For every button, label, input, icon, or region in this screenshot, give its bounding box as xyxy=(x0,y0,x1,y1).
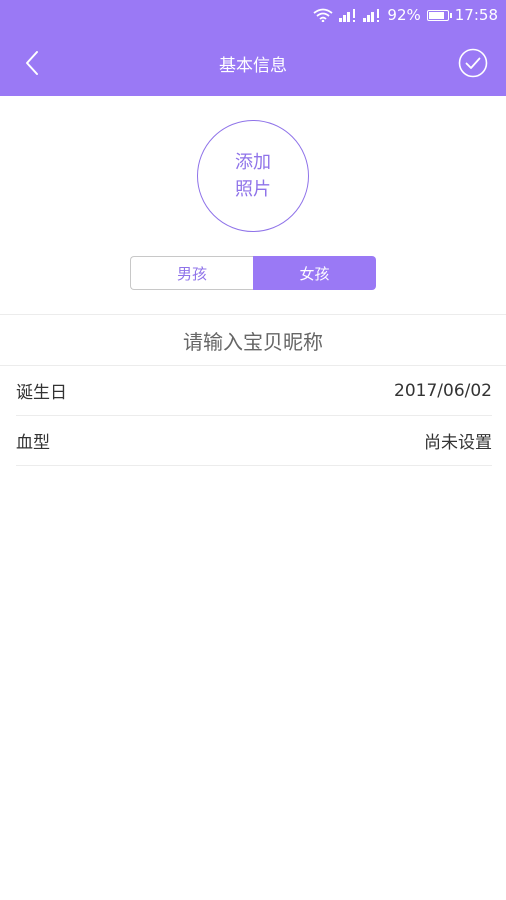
birthday-row[interactable]: 诞生日 2017/06/02 xyxy=(16,366,492,416)
birthday-label: 诞生日 xyxy=(16,383,67,403)
blood-type-value: 尚未设置 xyxy=(424,433,492,453)
confirm-button[interactable] xyxy=(458,48,488,78)
check-circle-icon xyxy=(458,48,488,78)
back-button[interactable] xyxy=(20,48,48,78)
status-bar: 92% 17:58 xyxy=(0,0,506,30)
blood-type-row[interactable]: 血型 尚未设置 xyxy=(16,416,492,466)
add-photo-button[interactable]: 添加 照片 xyxy=(197,120,309,232)
nickname-input[interactable]: 请输入宝贝昵称 xyxy=(0,315,506,366)
birthday-value: 2017/06/02 xyxy=(394,380,492,401)
battery-percent: 92% xyxy=(387,6,421,24)
avatar-section: 添加 照片 xyxy=(0,120,506,232)
wifi-icon xyxy=(313,8,333,22)
gender-girl-option[interactable]: 女孩 xyxy=(253,256,376,290)
battery-icon xyxy=(426,9,452,21)
clock: 17:58 xyxy=(454,6,498,24)
signal-icon xyxy=(339,8,357,22)
gender-boy-option[interactable]: 男孩 xyxy=(130,256,253,290)
page-title: 基本信息 xyxy=(219,55,287,76)
gender-selector: 男孩 女孩 xyxy=(0,256,506,290)
header: 基本信息 xyxy=(0,30,506,96)
add-photo-line1: 添加 xyxy=(235,152,271,173)
chevron-left-icon xyxy=(26,51,38,75)
blood-type-label: 血型 xyxy=(16,433,50,453)
add-photo-line2: 照片 xyxy=(235,179,271,200)
signal-icon-2 xyxy=(363,8,381,22)
